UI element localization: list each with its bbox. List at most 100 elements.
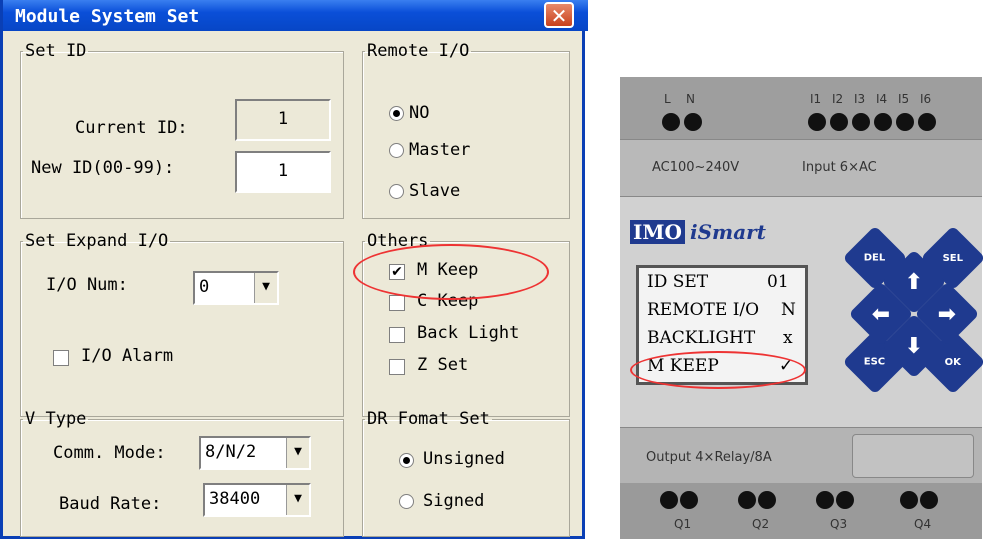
v-type-legend: V Type [25,409,87,429]
terminal-label-i4: I4 [876,92,888,106]
top-terminal-block: L N I1 I2 I3 I4 I5 I6 [620,77,982,139]
remote-io-option-slave[interactable]: Slave [409,181,460,201]
terminal-screw [684,113,702,131]
terminal-label-i5: I5 [898,92,910,106]
terminal-screw [738,491,756,509]
terminal-screw [808,113,826,131]
remote-io-radio-slave[interactable] [389,184,404,199]
terminal-screw [816,491,834,509]
remote-io-radio-master[interactable] [389,143,404,158]
output-label: Output 4×Relay/8A [646,450,772,465]
terminal-screw [896,113,914,131]
lcd-row-value: x [783,328,793,348]
brand-name: iSmart [690,220,766,244]
lcd-row-label: BACKLIGHT [647,328,756,348]
brand-logo-mark: IMO [630,220,685,244]
remote-io-legend: Remote I/O [367,41,470,61]
dr-format-radio-signed[interactable] [399,494,414,509]
terminal-screw [836,491,854,509]
terminal-screw [900,491,918,509]
dr-format-radio-unsigned[interactable] [399,453,414,468]
terminal-label-q2: Q2 [752,517,770,531]
c-keep-checkbox[interactable] [389,295,405,311]
lcd-row-label: ID SET [647,272,709,292]
terminal-label-i6: I6 [920,92,932,106]
comm-mode-label: Comm. Mode: [53,443,166,463]
dialog-title: Module System Set [15,6,200,27]
back-light-label[interactable]: Back Light [417,323,519,343]
dr-format-legend: DR Fomat Set [367,409,490,429]
terminal-label-q4: Q4 [914,517,932,531]
bottom-terminal-block: Q1 Q2 Q3 Q4 [620,483,982,539]
comm-mode-select[interactable]: 8/N/2 ▼ [199,436,311,470]
remote-io-radio-no[interactable] [389,106,404,121]
back-light-checkbox[interactable] [389,327,405,343]
baud-rate-value: 38400 [209,489,261,509]
terminal-label-i2: I2 [832,92,844,106]
baud-rate-label: Baud Rate: [59,494,162,514]
terminal-screw [918,113,936,131]
lcd-highlight-ellipse [630,351,806,389]
chevron-down-icon[interactable]: ▼ [254,273,277,303]
terminal-screw [852,113,870,131]
expansion-cover [852,434,974,478]
io-alarm-label[interactable]: I/O Alarm [81,346,173,366]
dr-format-option-unsigned[interactable]: Unsigned [423,449,505,469]
chevron-down-icon[interactable]: ▼ [286,485,309,515]
expand-io-legend: Set Expand I/O [25,231,169,251]
arrow-right-icon: ➡ [937,301,957,327]
new-id-label: New ID(00-99): [31,158,175,178]
terminal-screw [758,491,776,509]
terminal-label-l: L [664,92,671,106]
terminal-label-q3: Q3 [830,517,848,531]
terminal-screw [680,491,698,509]
io-num-select[interactable]: 0 ▼ [193,271,279,305]
comm-mode-value: 8/N/2 [205,442,257,462]
set-id-legend: Set ID [25,41,87,61]
terminal-screw [830,113,848,131]
output-band: Output 4×Relay/8A [620,427,982,484]
terminal-label-i3: I3 [854,92,866,106]
baud-rate-select[interactable]: 38400 ▼ [203,483,311,517]
module-system-set-dialog: Module System Set ✕ Set ID Current ID: 1… [0,0,588,539]
ismart-device-photo: L N I1 I2 I3 I4 I5 I6 AC100~240V Input 6… [620,77,983,539]
terminal-label-q1: Q1 [674,517,692,531]
lcd-row-value: N [781,300,796,320]
io-alarm-checkbox[interactable] [53,350,69,366]
current-id-field: 1 [235,99,331,141]
v-type-group: V Type [20,409,344,537]
power-label: AC100~240V [652,160,740,175]
close-button[interactable]: ✕ [544,2,574,28]
highlight-ellipse [353,244,549,300]
terminal-screw [874,113,892,131]
ok-key-label: OK [944,356,962,368]
sel-key-label: SEL [942,252,964,264]
dr-format-option-signed[interactable]: Signed [423,491,484,511]
power-input-band: AC100~240V Input 6×AC [620,139,982,197]
z-set-checkbox[interactable] [389,359,405,375]
z-set-label[interactable]: Z Set [417,355,468,375]
chevron-down-icon[interactable]: ▼ [286,438,309,468]
terminal-screw [660,491,678,509]
remote-io-option-master[interactable]: Master [409,140,470,160]
terminal-label-n: N [686,92,695,106]
terminal-label-i1: I1 [810,92,822,106]
current-id-label: Current ID: [75,118,188,138]
remote-io-option-no[interactable]: NO [409,103,429,123]
dr-format-group: DR Fomat Set [362,409,570,537]
terminal-screw [920,491,938,509]
expand-io-group: Set Expand I/O [20,231,344,417]
del-key-label: DEL [864,252,886,264]
lcd-row-value: 01 [767,272,789,292]
io-num-value: 0 [199,277,210,297]
lcd-row-label: REMOTE I/O [647,300,760,320]
new-id-field[interactable]: 1 [235,151,331,193]
arrow-up-icon: ⬆ [904,269,924,295]
arrow-left-icon: ⬅ [871,301,891,327]
arrow-down-icon: ⬇ [904,333,924,359]
title-bar[interactable]: Module System Set ✕ [3,0,588,31]
esc-key-label: ESC [864,356,886,368]
io-num-label: I/O Num: [46,275,128,295]
brand-logo: IMO iSmart [630,220,766,244]
close-icon: ✕ [550,4,568,28]
